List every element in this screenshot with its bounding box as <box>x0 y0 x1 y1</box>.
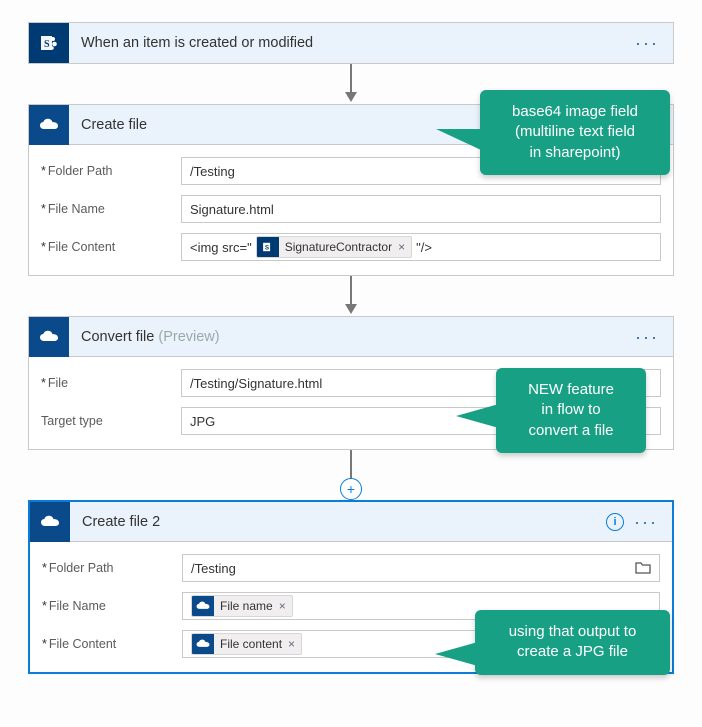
file-label: *File <box>41 376 181 390</box>
onedrive-token-icon <box>192 633 214 655</box>
token-remove-icon[interactable]: × <box>279 599 286 613</box>
callout-new-feature: NEW feature in flow to convert a file <box>496 368 646 453</box>
convert-file-menu-ellipsis-icon[interactable]: ··· <box>635 328 659 346</box>
create-file-2-menu-ellipsis-icon[interactable]: ··· <box>634 513 658 531</box>
file-content-input[interactable]: <img src=" S SignatureContractor × "/> <box>181 233 661 261</box>
folder-picker-icon[interactable] <box>631 560 655 577</box>
create-file-2-title: Create file 2 <box>70 514 606 530</box>
add-step-button[interactable]: + <box>340 478 362 500</box>
flow-arrow <box>28 276 674 316</box>
file-content-label: *File Content <box>42 637 182 651</box>
token-remove-icon[interactable]: × <box>398 240 405 254</box>
convert-file-title: Convert file (Preview) <box>69 329 635 345</box>
folder-path-label: *Folder Path <box>41 164 181 178</box>
callout-base64: base64 image field (multiline text field… <box>480 90 670 175</box>
file-name-token[interactable]: File name × <box>191 595 293 617</box>
folder-path-input[interactable]: /Testing <box>182 554 660 582</box>
flow-arrow: + <box>28 450 674 500</box>
create-file-2-header[interactable]: Create file 2 i ··· <box>30 502 672 542</box>
trigger-header[interactable]: S When an item is created or modified ··… <box>29 23 673 63</box>
trigger-card[interactable]: S When an item is created or modified ··… <box>28 22 674 64</box>
sharepoint-token-icon: S <box>257 236 279 258</box>
file-content-label: *File Content <box>41 240 181 254</box>
info-icon[interactable]: i <box>606 513 624 531</box>
svg-text:S: S <box>44 39 50 50</box>
onedrive-token-icon <box>192 595 214 617</box>
convert-file-header[interactable]: Convert file (Preview) ··· <box>29 317 673 357</box>
file-name-label: *File Name <box>41 202 181 216</box>
folder-path-label: *Folder Path <box>42 561 182 575</box>
callout-output: using that output to create a JPG file <box>475 610 670 675</box>
file-content-token[interactable]: File content × <box>191 633 302 655</box>
sharepoint-icon: S <box>29 23 69 63</box>
file-name-input[interactable]: Signature.html <box>181 195 661 223</box>
onedrive-icon <box>29 317 69 357</box>
trigger-title: When an item is created or modified <box>69 35 635 51</box>
onedrive-icon <box>29 105 69 145</box>
file-name-label: *File Name <box>42 599 182 613</box>
token-remove-icon[interactable]: × <box>288 637 295 651</box>
svg-text:S: S <box>265 244 269 251</box>
trigger-menu-ellipsis-icon[interactable]: ··· <box>635 34 659 52</box>
onedrive-icon <box>30 502 70 542</box>
target-type-label: Target type <box>41 414 181 428</box>
signature-token[interactable]: S SignatureContractor × <box>256 236 412 258</box>
